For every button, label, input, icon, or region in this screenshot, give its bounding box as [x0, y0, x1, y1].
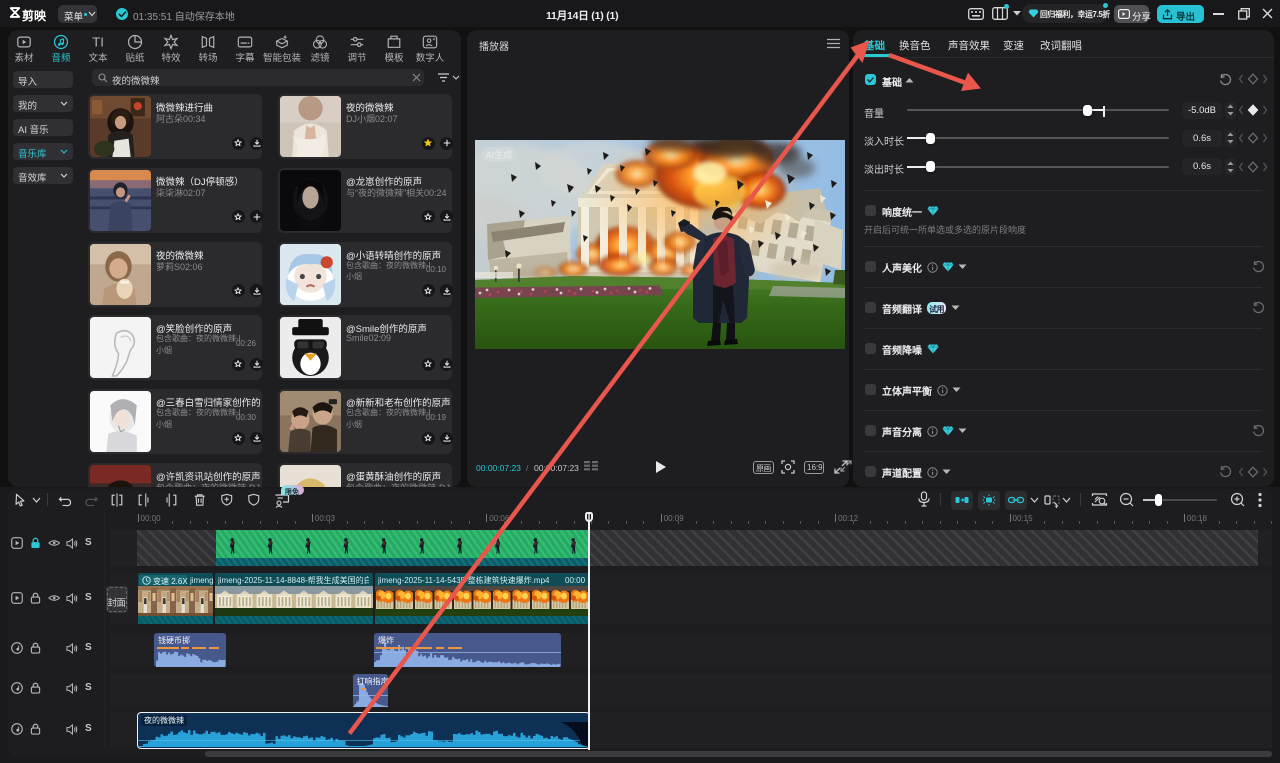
svg-text:TI: TI: [92, 34, 104, 49]
svg-text:AI生成: AI生成: [486, 149, 513, 160]
